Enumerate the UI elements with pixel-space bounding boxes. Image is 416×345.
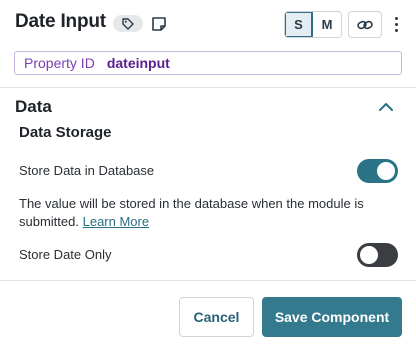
learn-more-link[interactable]: Learn More <box>83 214 149 229</box>
toggle-knob <box>360 246 378 264</box>
component-title: Date Input <box>15 11 106 32</box>
property-id-value: dateinput <box>106 55 170 71</box>
save-component-button[interactable]: Save Component <box>262 297 402 337</box>
section-title-data[interactable]: Data <box>15 97 52 117</box>
link-icon <box>357 20 373 29</box>
toggle-knob <box>377 162 395 180</box>
store-data-label: Store Data in Database <box>19 163 155 178</box>
description-text: The value will be stored in the database… <box>19 196 364 229</box>
size-option-m[interactable]: M <box>313 12 341 37</box>
store-date-only-label: Store Date Only <box>19 247 112 262</box>
link-button[interactable] <box>348 11 382 38</box>
component-header: Date Input S M Property ID dateinput <box>0 0 416 88</box>
subsection-title-data-storage: Data Storage <box>19 124 112 141</box>
store-data-description: The value will be stored in the database… <box>19 195 389 231</box>
size-option-s[interactable]: S <box>285 12 313 37</box>
tag-button[interactable] <box>113 15 143 32</box>
store-date-only-toggle[interactable] <box>357 243 398 267</box>
store-data-toggle[interactable] <box>357 159 398 183</box>
chevron-up-icon[interactable] <box>378 101 394 113</box>
size-toggle: S M <box>284 11 342 38</box>
property-id-label: Property ID <box>24 55 95 71</box>
cancel-button[interactable]: Cancel <box>179 297 254 337</box>
footer-divider <box>0 280 416 281</box>
property-id-field[interactable]: Property ID dateinput <box>14 51 402 75</box>
note-icon[interactable] <box>150 15 168 33</box>
more-vertical-icon[interactable] <box>389 13 403 35</box>
tag-icon <box>122 17 134 30</box>
